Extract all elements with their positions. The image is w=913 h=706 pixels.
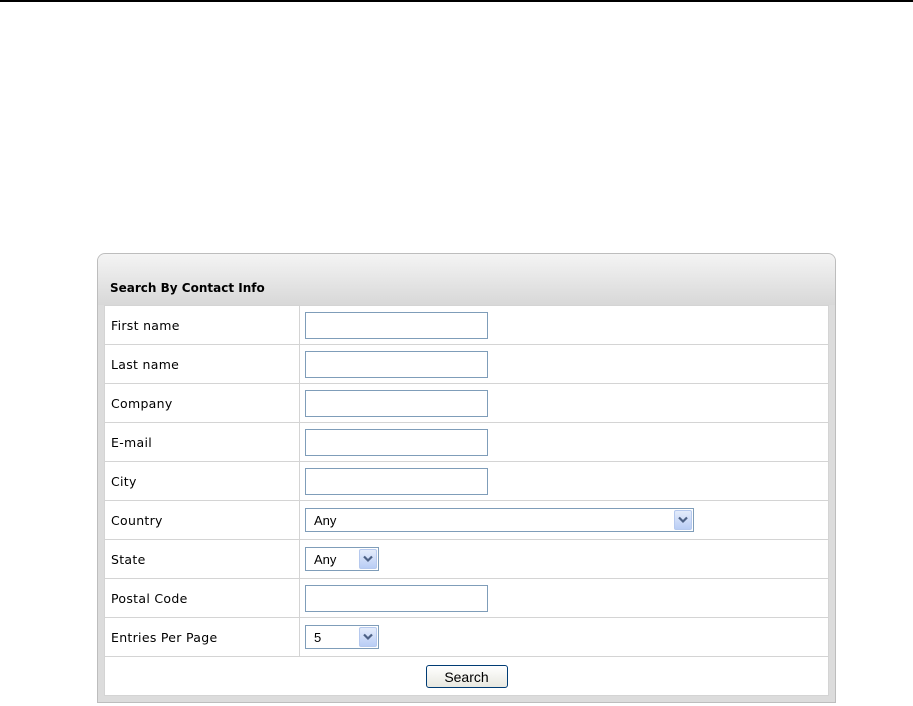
search-form-table: First name Last name Company E-mail City [104, 305, 829, 696]
state-select[interactable]: Any [305, 547, 379, 571]
form-row-last-name: Last name [104, 344, 829, 384]
email-input[interactable] [305, 428, 488, 456]
form-row-state: State Any [104, 539, 829, 579]
company-input[interactable] [305, 389, 488, 417]
panel-title: Search By Contact Info [98, 254, 835, 305]
form-row-company: Company [104, 383, 829, 423]
first-name-input[interactable] [305, 311, 488, 339]
first-name-label: First name [104, 305, 300, 345]
city-input[interactable] [305, 467, 488, 495]
chevron-down-icon[interactable] [674, 510, 692, 530]
state-selected-value: Any [314, 552, 337, 567]
top-divider [0, 0, 913, 2]
country-label: Country [104, 500, 300, 540]
form-row-actions: Search [104, 656, 829, 696]
country-selected-value: Any [314, 513, 337, 528]
entries-per-page-selected-value: 5 [314, 630, 322, 645]
form-row-country: Country Any [104, 500, 829, 540]
form-row-entries-per-page: Entries Per Page 5 [104, 617, 829, 657]
last-name-input[interactable] [305, 350, 488, 378]
chevron-down-icon[interactable] [359, 627, 377, 647]
search-contact-panel: Search By Contact Info First name Last n… [97, 253, 836, 703]
form-row-email: E-mail [104, 422, 829, 462]
form-row-first-name: First name [104, 305, 829, 345]
search-button[interactable]: Search [425, 664, 508, 688]
email-label: E-mail [104, 422, 300, 462]
company-label: Company [104, 383, 300, 423]
last-name-label: Last name [104, 344, 300, 384]
form-row-city: City [104, 461, 829, 501]
state-label: State [104, 539, 300, 579]
country-select[interactable]: Any [305, 508, 694, 532]
postal-code-input[interactable] [305, 584, 488, 612]
entries-per-page-label: Entries Per Page [104, 617, 300, 657]
form-row-postal-code: Postal Code [104, 578, 829, 618]
entries-per-page-select[interactable]: 5 [305, 625, 379, 649]
postal-code-label: Postal Code [104, 578, 300, 618]
city-label: City [104, 461, 300, 501]
chevron-down-icon[interactable] [359, 549, 377, 569]
